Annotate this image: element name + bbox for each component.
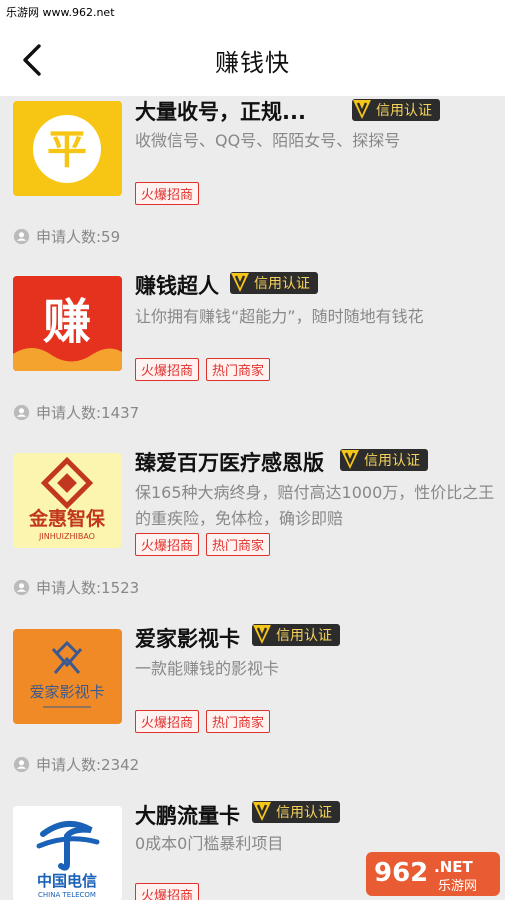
chevron-left-icon (23, 44, 41, 76)
watermark-top: 乐游网 www.962.net (0, 0, 505, 24)
verified-v-icon (353, 100, 371, 119)
verified-v-icon (341, 450, 359, 469)
svg-text:.NET: .NET (434, 858, 473, 876)
credit-badge: 信用认证 (252, 624, 340, 646)
tag: 火爆招商 (135, 533, 200, 556)
svg-text:CHINA TELECOM: CHINA TELECOM (38, 891, 96, 899)
tag-group: 火爆招商 热门商家 (135, 533, 271, 556)
item-description: 收微信号、QQ号、陌陌女号、探探号 (135, 131, 401, 150)
verified-v-icon (253, 802, 271, 821)
item-logo: 赚 (13, 276, 122, 371)
tag-group: 火爆招商 (135, 883, 200, 900)
applicant-count: 申请人数:1437 (13, 402, 139, 423)
merchant-list: 平 大量收号，正规... 信用认证 收微信号、QQ号、陌陌女号、探探号 火爆招商… (0, 96, 505, 900)
credit-badge: 信用认证 (340, 449, 428, 471)
svg-text:JINHUIZHIBAO: JINHUIZHIBAO (38, 532, 95, 541)
svg-text:中国电信: 中国电信 (37, 872, 97, 890)
svg-text:平: 平 (47, 127, 87, 173)
header: 赚钱快 (0, 24, 505, 96)
person-icon (13, 404, 30, 421)
list-item[interactable]: 赚 赚钱超人 信用认证 让你拥有赚钱“超能力”，随时随地有钱花 火爆招商 热门商… (0, 266, 505, 443)
item-logo: 平 (13, 101, 122, 196)
item-description: 一款能赚钱的影视卡 (135, 659, 280, 678)
person-icon (13, 228, 30, 245)
item-title: 臻爱百万医疗感恩版 (135, 451, 324, 475)
list-item[interactable]: 金惠智保 JINHUIZHIBAO 臻爱百万医疗感恩版 信用认证 保165种大病… (0, 443, 505, 620)
person-icon (13, 579, 30, 596)
list-item[interactable]: 平 大量收号，正规... 信用认证 收微信号、QQ号、陌陌女号、探探号 火爆招商… (0, 96, 505, 266)
person-icon (13, 756, 30, 773)
tag-group: 火爆招商 (135, 182, 200, 205)
credit-badge: 信用认证 (352, 99, 440, 121)
item-logo: 中国电信 CHINA TELECOM (13, 806, 122, 900)
credit-badge: 信用认证 (252, 801, 340, 823)
item-logo: 爱家影视卡 (13, 629, 122, 724)
item-title: 大量收号，正规... (135, 100, 306, 124)
tag-group: 火爆招商 热门商家 (135, 358, 271, 381)
page-title: 赚钱快 (215, 48, 290, 77)
tag-group: 火爆招商 热门商家 (135, 710, 271, 733)
back-button[interactable] (14, 42, 50, 78)
credit-badge: 信用认证 (230, 272, 318, 294)
svg-text:962: 962 (374, 858, 428, 888)
tag: 火爆招商 (135, 710, 200, 733)
item-title: 爱家影视卡 (135, 627, 240, 651)
verified-v-icon (231, 273, 249, 292)
svg-text:金惠智保: 金惠智保 (28, 507, 106, 530)
svg-text:爱家影视卡: 爱家影视卡 (29, 683, 104, 701)
item-title: 赚钱超人 (135, 274, 219, 298)
svg-text:赚: 赚 (43, 294, 91, 350)
applicant-count: 申请人数:2342 (13, 754, 139, 775)
watermark-logo: 962 .NET 乐游网 (366, 852, 500, 896)
tag: 热门商家 (206, 533, 271, 556)
verified-v-icon (253, 625, 271, 644)
tag: 火爆招商 (135, 358, 200, 381)
item-description: 保165种大病终身，赔付高达1000万，性价比之王的重疾险，免体检，确诊即赔 (135, 483, 495, 528)
tag: 火爆招商 (135, 883, 200, 900)
tag: 热门商家 (206, 710, 271, 733)
item-title: 大鹏流量卡 (135, 804, 240, 828)
item-logo: 金惠智保 JINHUIZHIBAO (13, 453, 122, 548)
item-description: 让你拥有赚钱“超能力”，随时随地有钱花 (135, 307, 424, 326)
list-item[interactable]: 爱家影视卡 爱家影视卡 信用认证 一款能赚钱的影视卡 火爆招商 热门商家 申请人… (0, 620, 505, 797)
applicant-count: 申请人数:1523 (13, 577, 139, 598)
applicant-count: 申请人数:59 (13, 226, 120, 247)
tag: 火爆招商 (135, 182, 200, 205)
svg-text:乐游网: 乐游网 (438, 879, 477, 894)
tag: 热门商家 (206, 358, 271, 381)
